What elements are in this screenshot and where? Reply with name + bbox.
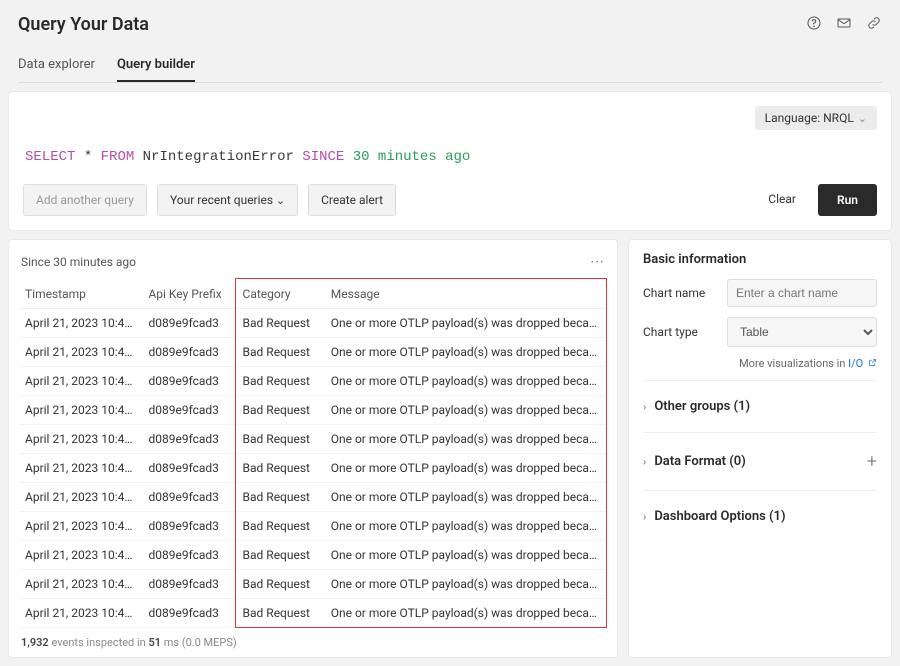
chart-type-label: Chart type (643, 325, 698, 339)
chevron-right-icon: › (643, 510, 646, 523)
add-another-query-button[interactable]: Add another query (23, 184, 147, 216)
io-link[interactable]: I/O (848, 357, 863, 370)
cell-api: d089e9fcad3 (142, 395, 236, 424)
cell-cat: Bad Request (237, 511, 325, 540)
cell-api: d089e9fcad3 (142, 308, 236, 337)
cell-ts: April 21, 2023 10:42:27 (19, 337, 142, 366)
cell-ts: April 21, 2023 10:42:26 (19, 366, 142, 395)
cell-api: d089e9fcad3 (142, 337, 236, 366)
cell-cat: Bad Request (237, 598, 325, 627)
col-category[interactable]: Category (237, 280, 325, 309)
chart-name-label: Chart name (643, 286, 705, 300)
chevron-right-icon: › (643, 455, 646, 468)
group-other[interactable]: ›Other groups (1) (643, 389, 877, 424)
cell-ts: April 21, 2023 10:41:28 (19, 482, 142, 511)
create-alert-button[interactable]: Create alert (308, 184, 396, 216)
mail-icon[interactable] (836, 15, 852, 34)
table-row[interactable]: April 21, 2023 10:42:27d089e9fcad3Bad Re… (19, 337, 607, 366)
cell-ts: April 21, 2023 10:41:58 (19, 424, 142, 453)
tab-query-builder[interactable]: Query builder (117, 49, 195, 82)
cell-cat: Bad Request (237, 366, 325, 395)
recent-queries-button[interactable]: Your recent queries (157, 184, 298, 216)
run-button[interactable]: Run (818, 184, 877, 216)
cell-msg: One or more OTLP payload(s) was dropped … (325, 482, 607, 511)
table-row[interactable]: April 21, 2023 10:41:57d089e9fcad3Bad Re… (19, 453, 607, 482)
cell-msg: One or more OTLP payload(s) was dropped … (325, 424, 607, 453)
cell-ts: April 21, 2023 10:42:26 (19, 395, 142, 424)
chart-name-input[interactable] (727, 279, 877, 307)
cell-cat: Bad Request (237, 569, 325, 598)
cell-cat: Bad Request (237, 453, 325, 482)
col-apikey[interactable]: Api Key Prefix (142, 280, 236, 309)
side-title: Basic information (643, 252, 877, 267)
col-message[interactable]: Message (325, 280, 607, 309)
cell-ts: April 21, 2023 10:41:26 (19, 511, 142, 540)
more-visualizations: More visualizations in I/O (643, 357, 877, 370)
cell-msg: One or more OTLP payload(s) was dropped … (325, 511, 607, 540)
group-data-format[interactable]: ›Data Format (0) + (643, 441, 877, 482)
cell-msg: One or more OTLP payload(s) was dropped … (325, 308, 607, 337)
cell-msg: One or more OTLP payload(s) was dropped … (325, 598, 607, 627)
table-row[interactable]: April 21, 2023 10:40:56d089e9fcad3Bad Re… (19, 569, 607, 598)
table-row[interactable]: April 21, 2023 10:41:26d089e9fcad3Bad Re… (19, 511, 607, 540)
cell-api: d089e9fcad3 (142, 511, 236, 540)
results-footer: 1,932 events inspected in 51 ms (0.0 MEP… (19, 628, 607, 649)
cell-api: d089e9fcad3 (142, 424, 236, 453)
cell-msg: One or more OTLP payload(s) was dropped … (325, 453, 607, 482)
cell-cat: Bad Request (237, 424, 325, 453)
table-row[interactable]: April 21, 2023 10:41:28d089e9fcad3Bad Re… (19, 482, 607, 511)
link-icon[interactable] (866, 15, 882, 34)
chart-type-select[interactable]: Table (727, 317, 877, 347)
cell-ts: April 21, 2023 10:40:56 (19, 569, 142, 598)
table-row[interactable]: April 21, 2023 10:40:28d089e9fcad3Bad Re… (19, 598, 607, 627)
cell-ts: April 21, 2023 10:41:57 (19, 453, 142, 482)
language-selector[interactable]: Language: NRQL⌄ (755, 106, 877, 130)
cell-api: d089e9fcad3 (142, 598, 236, 627)
tabs: Data explorer Query builder (18, 49, 882, 83)
results-menu-icon[interactable]: ⋯ (590, 254, 605, 270)
cell-cat: Bad Request (237, 337, 325, 366)
table-row[interactable]: April 21, 2023 10:42:56d089e9fcad3Bad Re… (19, 308, 607, 337)
cell-msg: One or more OTLP payload(s) was dropped … (325, 569, 607, 598)
cell-api: d089e9fcad3 (142, 482, 236, 511)
table-row[interactable]: April 21, 2023 10:42:26d089e9fcad3Bad Re… (19, 366, 607, 395)
page-title: Query Your Data (18, 14, 149, 35)
cell-api: d089e9fcad3 (142, 453, 236, 482)
cell-msg: One or more OTLP payload(s) was dropped … (325, 337, 607, 366)
cell-api: d089e9fcad3 (142, 366, 236, 395)
col-timestamp[interactable]: Timestamp (19, 280, 142, 309)
cell-cat: Bad Request (237, 308, 325, 337)
query-editor[interactable]: SELECT * FROM NrIntegrationError SINCE 3… (23, 140, 877, 184)
table-row[interactable]: April 21, 2023 10:41:58d089e9fcad3Bad Re… (19, 424, 607, 453)
cell-api: d089e9fcad3 (142, 569, 236, 598)
results-table: Timestamp Api Key Prefix Category Messag… (19, 280, 607, 628)
cell-msg: One or more OTLP payload(s) was dropped … (325, 366, 607, 395)
clear-button[interactable]: Clear (756, 184, 808, 216)
help-icon[interactable] (806, 15, 822, 34)
cell-ts: April 21, 2023 10:40:28 (19, 598, 142, 627)
plus-icon[interactable]: + (867, 451, 877, 472)
cell-msg: One or more OTLP payload(s) was dropped … (325, 395, 607, 424)
since-label: Since 30 minutes ago (21, 255, 136, 269)
cell-ts: April 21, 2023 10:42:56 (19, 308, 142, 337)
chevron-right-icon: › (643, 400, 646, 413)
tab-data-explorer[interactable]: Data explorer (18, 49, 95, 82)
cell-cat: Bad Request (237, 395, 325, 424)
cell-cat: Bad Request (237, 482, 325, 511)
group-dashboard-options[interactable]: ›Dashboard Options (1) (643, 499, 877, 534)
table-row[interactable]: April 21, 2023 10:42:26d089e9fcad3Bad Re… (19, 395, 607, 424)
